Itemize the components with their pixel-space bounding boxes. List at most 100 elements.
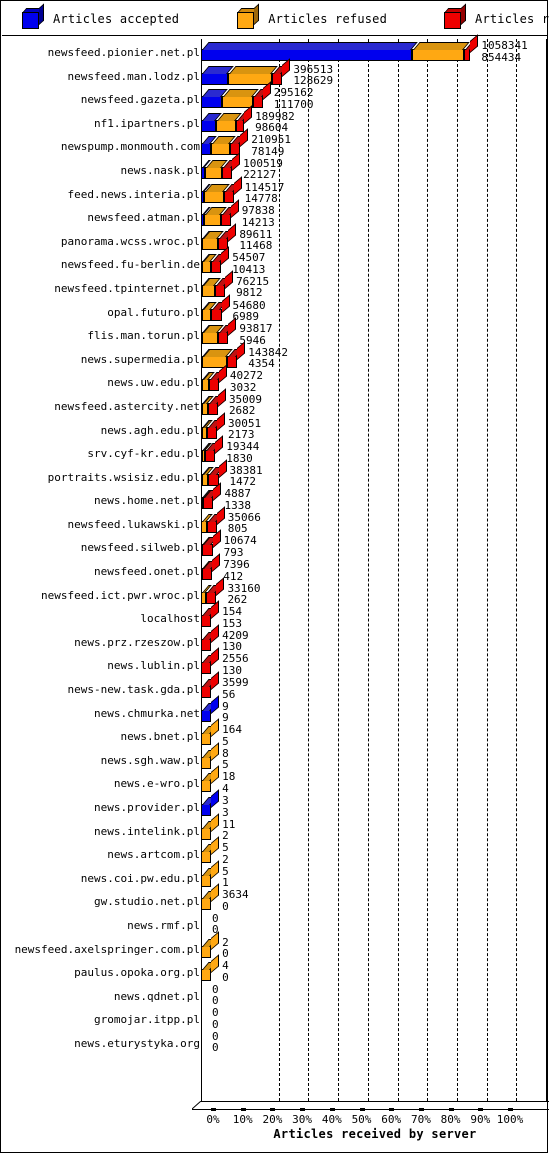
stacked-bar: 295162 111700 <box>201 81 548 110</box>
bar-row: news.uw.edu.pl 40272 3032 <box>2 364 548 393</box>
value-accepted: 1472 <box>229 475 257 489</box>
row-label: localhost <box>140 612 200 626</box>
row-label: news.coi.pw.edu.pl <box>80 871 200 885</box>
x-axis-title: Articles received by server <box>273 1127 477 1141</box>
bar-row: newsfeed.ict.pwr.wroc.pl 33160 262 <box>2 576 548 606</box>
bar-row: newsfeed.astercity.net 35009 2682 <box>2 388 548 417</box>
segment-rejected <box>202 561 218 581</box>
row-label: news.agh.edu.pl <box>100 423 200 437</box>
row-values: 38381 1472 <box>230 465 263 488</box>
value-accepted: 3032 <box>229 380 257 394</box>
row-values: 40272 3032 <box>230 370 263 393</box>
segment-accepted <box>201 42 418 61</box>
stacked-bar: 76215 9812 <box>201 270 548 300</box>
stacked-bar: 35009 2682 <box>201 388 548 417</box>
row-label: news.sgh.waw.pl <box>100 753 200 767</box>
row-label: newsfeed.pionier.net.pl <box>47 46 200 59</box>
tick-mark <box>359 1108 365 1111</box>
row-label: srv.cyf-kr.edu.pl <box>87 447 200 461</box>
stacked-bar: 19344 1830 <box>201 435 548 464</box>
segment-refused <box>201 867 217 887</box>
segment-rejected <box>222 159 238 179</box>
row-values: 40 <box>222 960 229 983</box>
row-label: news.supermedia.pl <box>80 352 200 366</box>
segment-refused <box>201 749 217 769</box>
bar-row: news.supermedia.pl 143842 4354 <box>2 341 548 370</box>
stacked-bar: 1058341 854434 <box>201 34 548 63</box>
value-accepted: 5 <box>222 734 229 748</box>
value-accepted: 10413 <box>232 262 266 276</box>
value-total: 164 <box>222 723 242 737</box>
tick-mark <box>418 1108 424 1111</box>
bar-row: news.rmf.pl 0 0 <box>2 912 548 936</box>
row-values: 85 <box>222 748 229 771</box>
stacked-bar: 89611 11468 <box>201 223 548 252</box>
row-label: news.qdnet.pl <box>113 989 200 1003</box>
bar-row: news-new.task.gda.pl 3599 56 <box>2 671 548 700</box>
segment-refused <box>202 325 224 345</box>
stacked-bar: 40 <box>201 954 548 983</box>
tick-mark <box>211 1108 216 1111</box>
stacked-bar: 00 <box>201 983 548 1007</box>
segment-refused <box>201 773 217 793</box>
segment-refused <box>202 230 224 250</box>
value-accepted: 11468 <box>239 239 273 253</box>
row-label: news.chmurka.net <box>94 706 200 720</box>
bar-row: localhost 154 153 <box>2 600 548 629</box>
bar-row: news.provider.pl 3 3 <box>2 789 548 818</box>
tick-label: 60% <box>381 1113 402 1126</box>
segment-refused <box>201 962 217 982</box>
row-values: 143842 4354 <box>248 347 288 370</box>
row-values: 396513 128629 <box>293 64 333 87</box>
row-label: newsfeed.tpinternet.pl <box>54 281 200 295</box>
value-accepted: 9812 <box>236 286 263 300</box>
segment-rejected <box>201 631 217 651</box>
value-total: 19344 <box>226 440 260 454</box>
row-label: nf1.ipartners.pl <box>94 116 200 130</box>
legend-label: Articles rejected <box>475 11 550 26</box>
stacked-bar: 54680 6989 <box>201 293 548 323</box>
row-label: paulus.opoka.org.pl <box>74 966 200 980</box>
row-values: 89611 11468 <box>239 229 272 252</box>
bar-row: newsfeed.gazeta.pl 295162 111700 <box>2 81 548 110</box>
row-label: news-new.task.gda.pl <box>67 683 200 697</box>
row-label: flis.man.torun.pl <box>87 329 200 343</box>
bar-row: panorama.wcss.wroc.pl 89611 11468 <box>2 223 548 252</box>
tick-label: 80% <box>440 1113 461 1126</box>
stacked-bar: 20 <box>201 930 548 960</box>
stacked-bar: 00 <box>201 1006 548 1030</box>
segment-refused <box>201 891 217 911</box>
row-values: 1058341 854434 <box>481 40 527 63</box>
row-values: 10674 793 <box>224 535 257 558</box>
stacked-bar: 85 <box>201 742 548 771</box>
value-accepted: 1338 <box>224 498 251 512</box>
value-accepted: 4354 <box>248 357 275 371</box>
tick-label: 90% <box>470 1113 491 1126</box>
bar-row: newsfeed.onet.pl 7396 412 <box>2 553 548 582</box>
row-label: news.home.net.pl <box>94 494 200 508</box>
bar-row: news.chmurka.net 9 9 <box>2 694 548 724</box>
stacked-bar: 3599 56 <box>201 671 548 700</box>
stacked-bar: 97838 14213 <box>201 199 548 228</box>
bar-row: newsfeed.fu-berlin.de 54507 10413 <box>2 246 548 275</box>
row-values: 99 <box>222 701 229 724</box>
segment-rejected <box>220 207 237 227</box>
segment-refused <box>221 89 259 109</box>
segment-rejected <box>202 537 219 557</box>
row-values: 54507 10413 <box>232 252 265 275</box>
stacked-bar: 35066 805 <box>201 506 548 535</box>
bar-row: newsfeed.pionier.net.pl 1058341 854434 <box>2 34 548 63</box>
bar-row: news.intelink.pl 11 2 <box>2 812 548 843</box>
segment-rejected <box>214 277 231 297</box>
row-label: gw.studio.net.pl <box>94 895 200 909</box>
value-accepted: 2 <box>222 829 229 843</box>
bar-row: gw.studio.net.pl 3634 0 <box>2 883 548 912</box>
row-values: 114517 14778 <box>245 182 285 205</box>
tick-label: 40% <box>321 1113 342 1126</box>
tick-label: 10% <box>232 1113 253 1126</box>
row-label: newsfeed.ict.pwr.wroc.pl <box>41 588 200 602</box>
stacked-bar: 164 5 <box>201 718 548 748</box>
plot-area: newsfeed.pionier.net.pl 1058341 854434 news… <box>2 34 549 1153</box>
row-values: 00 <box>212 1031 219 1054</box>
bar-row: news.nask.pl 100519 22127 <box>2 152 548 181</box>
